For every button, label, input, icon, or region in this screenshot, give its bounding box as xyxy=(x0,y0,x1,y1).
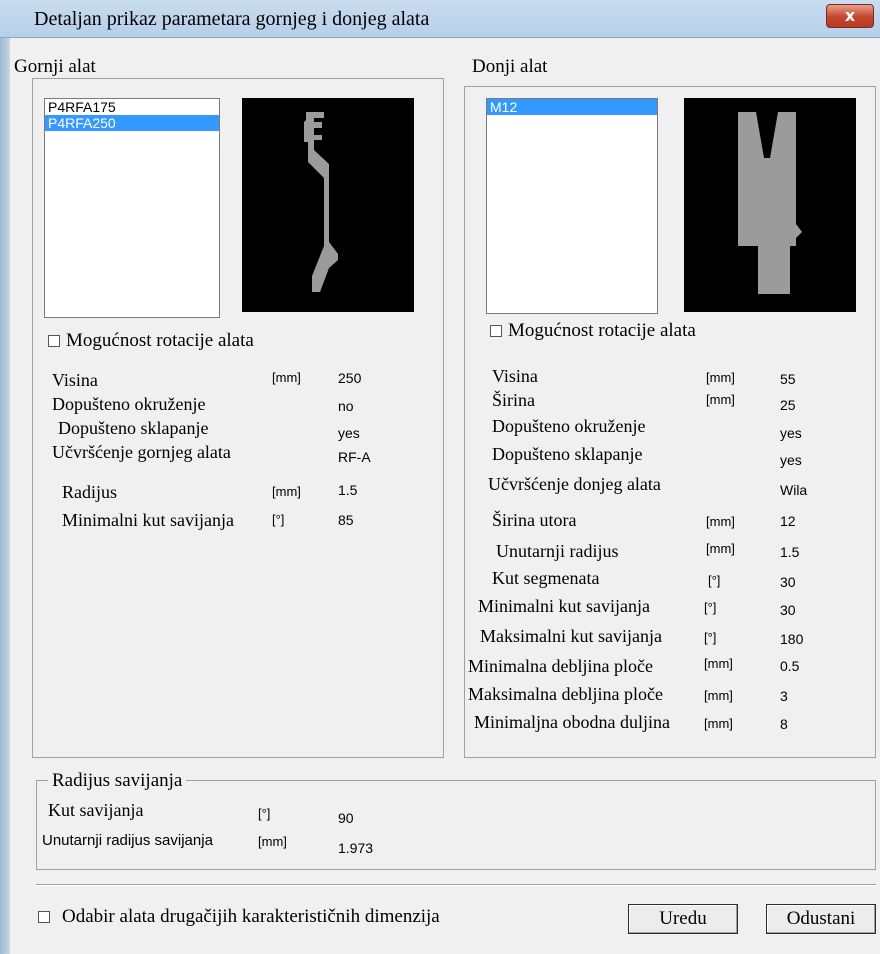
lower-param-value: 25 xyxy=(780,397,796,413)
upper-param-unit: [°] xyxy=(272,512,285,527)
list-item[interactable]: P4RFA175 xyxy=(45,99,219,115)
upper-param-label: Dopušteno okruženje xyxy=(52,394,206,414)
ok-button[interactable]: Uredu xyxy=(628,904,738,934)
lower-param-label: Učvršćenje donjeg alata xyxy=(488,474,661,494)
lower-param-value: 3 xyxy=(780,688,788,704)
lower-tool-profile xyxy=(738,112,802,294)
lower-rotation-checkbox[interactable] xyxy=(490,325,502,337)
upper-param-unit: [mm] xyxy=(272,370,301,385)
alt-tools-option[interactable]: Odabir alata drugačijih karakterističnih… xyxy=(38,906,440,928)
lower-param-value: yes xyxy=(780,425,802,441)
bending-group-label: Radijus savijanja xyxy=(48,770,187,792)
lower-param-label: Dopušteno okruženje xyxy=(492,416,646,436)
lower-tool-group-label: Donji alat xyxy=(472,56,548,77)
upper-tool-preview-image xyxy=(242,98,414,312)
lower-param-unit: [mm] xyxy=(706,541,735,556)
close-icon: x xyxy=(844,6,856,25)
lower-param-value: 1.5 xyxy=(780,544,800,560)
lower-param-value: 30 xyxy=(780,602,796,618)
lower-param-unit: [mm] xyxy=(706,514,735,529)
lower-param-unit: [mm] xyxy=(706,392,735,407)
bending-inner-radius-label: Unutarnji radijus savijanja xyxy=(42,832,213,849)
alt-tools-label: Odabir alata drugačijih karakterističnih… xyxy=(62,906,440,927)
close-button[interactable]: x xyxy=(826,4,874,28)
lower-param-label: Visina xyxy=(492,366,538,386)
lower-param-value: 8 xyxy=(780,716,788,732)
upper-rotation-label: Mogućnost rotacije alata xyxy=(66,330,254,351)
bending-inner-radius-value: 1.973 xyxy=(338,840,374,856)
lower-param-label: Minimalna debljina ploče xyxy=(468,656,653,676)
bending-angle-unit: [°] xyxy=(258,806,271,821)
lower-param-unit: [mm] xyxy=(704,656,733,671)
lower-param-label: Minimalni kut savijanja xyxy=(478,596,650,616)
lower-param-unit: [mm] xyxy=(704,716,733,731)
upper-param-value: 85 xyxy=(338,512,354,528)
lower-tool-list[interactable]: M12 xyxy=(486,98,658,314)
lower-param-label: Kut segmenata xyxy=(492,568,600,588)
lower-param-label: Maksimalna debljina ploče xyxy=(468,684,663,704)
lower-param-value: 0.5 xyxy=(780,658,800,674)
upper-param-value: 250 xyxy=(338,370,362,386)
upper-tool-profile xyxy=(304,112,338,292)
lower-param-label: Maksimalni kut savijanja xyxy=(480,626,662,646)
lower-param-unit: [mm] xyxy=(704,688,733,703)
upper-param-value: yes xyxy=(338,425,360,441)
lower-param-label: Unutarnji radijus xyxy=(496,541,619,561)
bending-angle-value: 90 xyxy=(338,810,354,826)
upper-param-label: Učvršćenje gornjeg alata xyxy=(52,442,231,462)
bending-frame xyxy=(36,780,876,870)
lower-param-unit: [°] xyxy=(704,600,717,615)
cancel-button[interactable]: Odustani xyxy=(766,904,876,934)
lower-param-unit: [°] xyxy=(704,630,717,645)
lower-param-value: yes xyxy=(780,452,802,468)
lower-param-label: Minimaljna obodna duljina xyxy=(474,712,670,732)
footer-separator xyxy=(36,884,876,886)
upper-param-label: Radijus xyxy=(62,482,118,502)
lower-param-unit: [mm] xyxy=(706,370,735,385)
lower-tool-preview-image xyxy=(684,98,856,312)
upper-rotation-option[interactable]: Mogućnost rotacije alata xyxy=(48,330,254,352)
lower-param-unit: [°] xyxy=(708,573,721,588)
upper-param-unit: [mm] xyxy=(272,484,301,499)
list-item[interactable]: P4RFA250 xyxy=(45,115,219,131)
upper-param-label: Dopušteno sklapanje xyxy=(58,418,209,438)
upper-tool-list[interactable]: P4RFA175 P4RFA250 xyxy=(44,98,220,318)
lower-param-value: Wila xyxy=(780,482,808,498)
bending-angle-label: Kut savijanja xyxy=(48,800,144,820)
lower-param-value: 180 xyxy=(780,631,804,647)
list-item[interactable]: M12 xyxy=(487,99,657,115)
upper-param-value: RF-A xyxy=(338,449,371,465)
upper-param-label: Visina xyxy=(52,370,98,390)
window-title: Detaljan prikaz parametara gornjeg i don… xyxy=(34,8,430,30)
upper-rotation-checkbox[interactable] xyxy=(48,335,60,347)
upper-param-value: 1.5 xyxy=(338,482,358,498)
lower-param-value: 12 xyxy=(780,513,796,529)
lower-param-label: Širina utora xyxy=(492,510,577,530)
upper-tool-group-label: Gornji alat xyxy=(14,56,96,77)
lower-rotation-label: Mogućnost rotacije alata xyxy=(508,320,696,341)
alt-tools-checkbox[interactable] xyxy=(38,911,50,923)
lower-param-label: Dopušteno sklapanje xyxy=(492,444,643,464)
upper-param-label: Minimalni kut savijanja xyxy=(62,510,234,530)
lower-rotation-option[interactable]: Mogućnost rotacije alata xyxy=(490,320,696,342)
bending-inner-radius-unit: [mm] xyxy=(258,834,287,849)
window-left-border xyxy=(0,38,10,954)
upper-param-value: no xyxy=(338,398,354,414)
lower-param-value: 30 xyxy=(780,574,796,590)
lower-param-label: Širina xyxy=(492,390,535,410)
lower-param-value: 55 xyxy=(780,371,796,387)
window-titlebar[interactable]: Detaljan prikaz parametara gornjeg i don… xyxy=(0,0,880,38)
